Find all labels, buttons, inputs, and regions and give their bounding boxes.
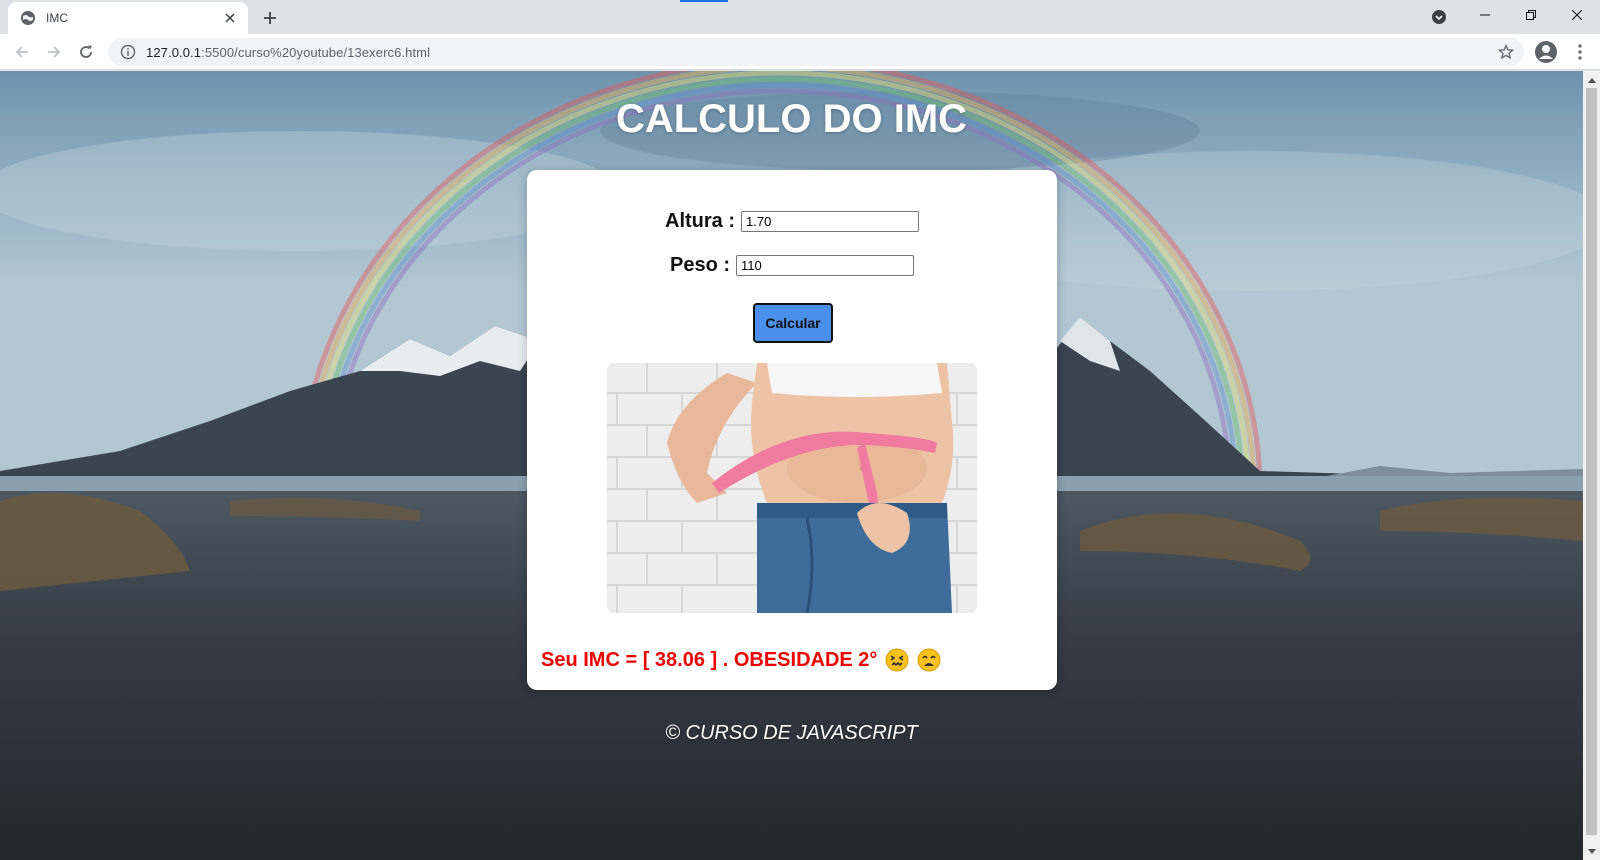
altura-input[interactable] <box>741 211 919 232</box>
close-icon[interactable] <box>222 10 238 26</box>
back-arrow-icon[interactable] <box>10 40 34 64</box>
calcular-button[interactable]: Calcular <box>753 303 833 343</box>
account-icon[interactable] <box>1534 40 1558 64</box>
peso-input[interactable] <box>736 255 915 276</box>
vertical-scrollbar[interactable] <box>1583 71 1600 860</box>
window-close-icon[interactable] <box>1554 0 1600 30</box>
scroll-up-arrow-icon[interactable] <box>1583 71 1600 88</box>
forward-arrow-icon[interactable] <box>42 40 66 64</box>
minimize-icon[interactable] <box>1462 0 1508 30</box>
scrollbar-thumb[interactable] <box>1586 88 1597 835</box>
info-icon[interactable] <box>120 44 136 60</box>
kebab-menu-icon[interactable] <box>1570 40 1590 64</box>
page-viewport: CALCULO DO IMC Altura : Peso : Calcular <box>0 71 1583 860</box>
altura-label: Altura : <box>665 210 735 232</box>
address-bar[interactable]: 127.0.0.1:5500/curso%20youtube/13exerc6.… <box>108 38 1524 66</box>
url-text: 127.0.0.1:5500/curso%20youtube/13exerc6.… <box>146 45 430 60</box>
restore-icon[interactable] <box>1508 0 1554 30</box>
tab-title: IMC <box>46 11 68 25</box>
waist-measurement-photo <box>607 363 977 613</box>
tab-strip: IMC <box>0 0 1600 34</box>
reload-icon[interactable] <box>74 40 98 64</box>
peso-label: Peso : <box>669 254 731 276</box>
peso-row: Peso : <box>527 254 1057 277</box>
url-path: :5500/curso%20youtube/13exerc6.html <box>201 44 431 60</box>
imc-result: Seu IMC = [ 38.06 ] . OBESIDADE 2° <box>541 648 941 672</box>
globe-icon <box>20 10 36 26</box>
altura-row: Altura : <box>527 210 1057 233</box>
imc-card: Altura : Peso : Calcular <box>527 170 1057 690</box>
browser-toolbar: 127.0.0.1:5500/curso%20youtube/13exerc6.… <box>0 34 1600 70</box>
loading-accent-line <box>680 0 728 2</box>
imc-result-text: Seu IMC = [ 38.06 ] . OBESIDADE 2° <box>541 648 878 671</box>
footer-copyright: © CURSO DE JAVASCRIPT <box>665 722 918 744</box>
scroll-down-arrow-icon[interactable] <box>1583 843 1600 860</box>
browser-tab[interactable]: IMC <box>8 2 248 34</box>
page-title: CALCULO DO IMC <box>615 97 968 141</box>
confounded-face-icon <box>885 648 909 672</box>
star-icon[interactable] <box>1498 44 1514 60</box>
tab-search-icon[interactable] <box>1430 8 1448 26</box>
plus-icon[interactable] <box>258 6 282 30</box>
weary-face-icon <box>917 648 941 672</box>
url-host: 127.0.0.1 <box>146 44 202 60</box>
